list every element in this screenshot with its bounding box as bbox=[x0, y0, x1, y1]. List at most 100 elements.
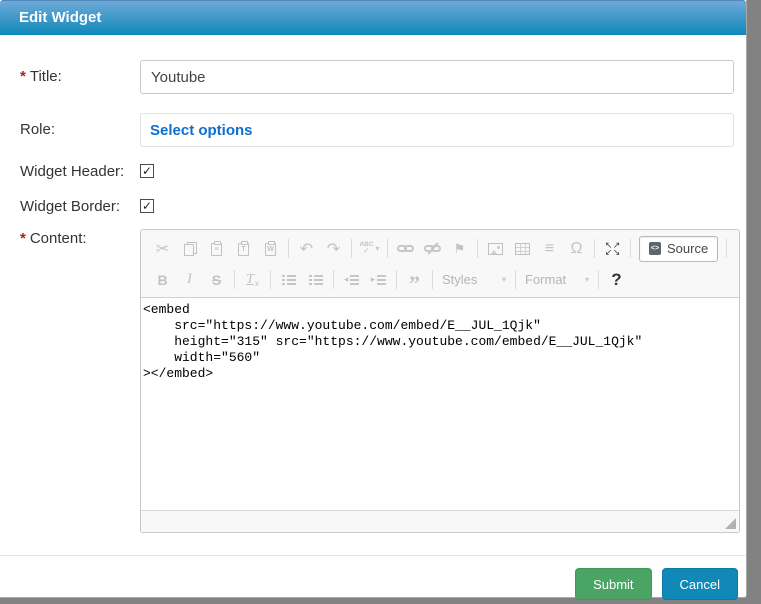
toolbar-separator bbox=[477, 239, 478, 258]
cancel-button[interactable]: Cancel bbox=[662, 568, 738, 600]
paste-text-icon: T bbox=[238, 243, 249, 256]
italic-icon: I bbox=[187, 271, 192, 288]
edit-widget-dialog: Edit Widget *Title: Role: Select options… bbox=[0, 0, 747, 598]
redo-icon: ↷ bbox=[327, 239, 340, 259]
horizontal-rule-button[interactable]: ≡ bbox=[536, 236, 563, 261]
horizontal-rule-icon: ≡ bbox=[545, 240, 554, 258]
content-label: *Content: bbox=[20, 229, 140, 247]
numbered-list-icon bbox=[282, 275, 296, 285]
toolbar-separator bbox=[387, 239, 388, 258]
caret-down-icon: ▾ bbox=[502, 275, 506, 284]
maximize-button[interactable]: ↖↗↙↘ bbox=[599, 236, 626, 261]
role-select[interactable]: Select options bbox=[140, 113, 734, 147]
image-button[interactable] bbox=[482, 236, 509, 261]
role-label: Role: bbox=[20, 113, 140, 138]
bold-button[interactable]: B bbox=[149, 267, 176, 292]
indent-button[interactable]: ▸ bbox=[365, 267, 392, 292]
bulleted-list-button[interactable] bbox=[302, 267, 329, 292]
content-row: *Content: ✂ ≡ T W ↶ ↷ bbox=[20, 229, 734, 533]
styles-dropdown[interactable]: Styles ▾ bbox=[437, 267, 511, 292]
toolbar-separator bbox=[234, 270, 235, 289]
format-dropdown[interactable]: Format ▾ bbox=[520, 267, 594, 292]
toolbar-separator bbox=[598, 270, 599, 289]
redo-button[interactable]: ↷ bbox=[320, 236, 347, 261]
omega-icon: Ω bbox=[571, 240, 583, 258]
submit-button[interactable]: Submit bbox=[575, 568, 651, 600]
required-marker: * bbox=[20, 230, 26, 247]
strikethrough-button[interactable]: S bbox=[203, 267, 230, 292]
italic-button[interactable]: I bbox=[176, 267, 203, 292]
toolbar-separator bbox=[351, 239, 352, 258]
undo-icon: ↶ bbox=[300, 239, 313, 259]
unlink-icon bbox=[424, 243, 441, 255]
source-code-icon: <> bbox=[649, 242, 661, 255]
widget-header-label: Widget Header: bbox=[20, 163, 140, 180]
copy-button[interactable] bbox=[176, 236, 203, 261]
unlink-button[interactable] bbox=[419, 236, 446, 261]
paste-button[interactable]: ≡ bbox=[203, 236, 230, 261]
source-button[interactable]: <> Source bbox=[639, 236, 718, 262]
dialog-title: Edit Widget bbox=[19, 9, 101, 26]
paste-word-icon: W bbox=[265, 243, 276, 256]
editor-toolbar: ✂ ≡ T W ↶ ↷ ABC ✓ bbox=[141, 230, 739, 298]
toolbar-separator bbox=[432, 270, 433, 289]
role-row: Role: Select options bbox=[20, 113, 734, 147]
anchor-flag-icon: ⚑ bbox=[454, 241, 466, 257]
paste-icon: ≡ bbox=[211, 243, 222, 256]
bold-icon: B bbox=[157, 272, 167, 288]
link-button[interactable] bbox=[392, 236, 419, 261]
toolbar-separator bbox=[594, 239, 595, 258]
toolbar-separator bbox=[515, 270, 516, 289]
toolbar-separator bbox=[630, 239, 631, 258]
editor-bottom-bar bbox=[141, 510, 739, 532]
indent-icon: ▸ bbox=[371, 274, 387, 285]
outdent-button[interactable]: ◂ bbox=[338, 267, 365, 292]
rich-text-editor: ✂ ≡ T W ↶ ↷ ABC ✓ bbox=[140, 229, 740, 533]
edit-widget-form: *Title: Role: Select options Widget Head… bbox=[0, 35, 746, 533]
numbered-list-button[interactable] bbox=[275, 267, 302, 292]
widget-border-checkbox[interactable]: ✓ bbox=[140, 199, 154, 213]
checkmark-icon: ✓ bbox=[142, 165, 152, 177]
cut-icon: ✂ bbox=[156, 239, 169, 259]
title-row: *Title: bbox=[20, 60, 734, 94]
blockquote-button[interactable]: ” bbox=[401, 267, 428, 292]
resize-handle-icon[interactable] bbox=[725, 518, 736, 529]
bulleted-list-icon bbox=[309, 275, 323, 285]
paste-as-text-button[interactable]: T bbox=[230, 236, 257, 261]
cut-button[interactable]: ✂ bbox=[149, 236, 176, 261]
title-input[interactable] bbox=[140, 60, 734, 94]
remove-format-icon: Tx bbox=[246, 272, 259, 288]
widget-border-label: Widget Border: bbox=[20, 198, 140, 215]
toolbar-separator bbox=[270, 270, 271, 289]
table-button[interactable] bbox=[509, 236, 536, 261]
spellcheck-button[interactable]: ABC ✓ ▾ bbox=[356, 236, 383, 261]
remove-format-button[interactable]: Tx bbox=[239, 267, 266, 292]
source-code-textarea[interactable]: <embed src="https://www.youtube.com/embe… bbox=[141, 298, 739, 510]
help-button[interactable]: ? bbox=[603, 267, 630, 292]
widget-header-checkbox[interactable]: ✓ bbox=[140, 164, 154, 178]
checkmark-icon: ✓ bbox=[142, 200, 152, 212]
styles-dropdown-label: Styles bbox=[442, 272, 477, 287]
special-char-button[interactable]: Ω bbox=[563, 236, 590, 261]
widget-header-row: Widget Header: ✓ bbox=[20, 161, 734, 181]
table-icon bbox=[515, 243, 530, 255]
strikethrough-icon: S bbox=[212, 272, 221, 288]
toolbar-separator bbox=[726, 239, 727, 258]
caret-down-icon: ▾ bbox=[376, 244, 380, 253]
caret-down-icon: ▾ bbox=[585, 275, 589, 284]
source-button-label: Source bbox=[667, 241, 708, 256]
role-select-value[interactable]: Select options bbox=[150, 122, 253, 139]
outdent-icon: ◂ bbox=[344, 274, 360, 285]
paste-from-word-button[interactable]: W bbox=[257, 236, 284, 261]
widget-border-row: Widget Border: ✓ bbox=[20, 196, 734, 216]
toolbar-separator bbox=[288, 239, 289, 258]
undo-button[interactable]: ↶ bbox=[293, 236, 320, 261]
image-icon bbox=[488, 243, 503, 255]
blockquote-icon: ” bbox=[409, 271, 420, 289]
dialog-footer: Submit Cancel bbox=[0, 556, 746, 600]
copy-icon bbox=[183, 242, 197, 256]
toolbar-separator bbox=[396, 270, 397, 289]
anchor-button[interactable]: ⚑ bbox=[446, 236, 473, 261]
maximize-icon: ↖↗↙↘ bbox=[605, 242, 621, 256]
spellcheck-icon: ABC ✓ ▾ bbox=[359, 242, 379, 256]
